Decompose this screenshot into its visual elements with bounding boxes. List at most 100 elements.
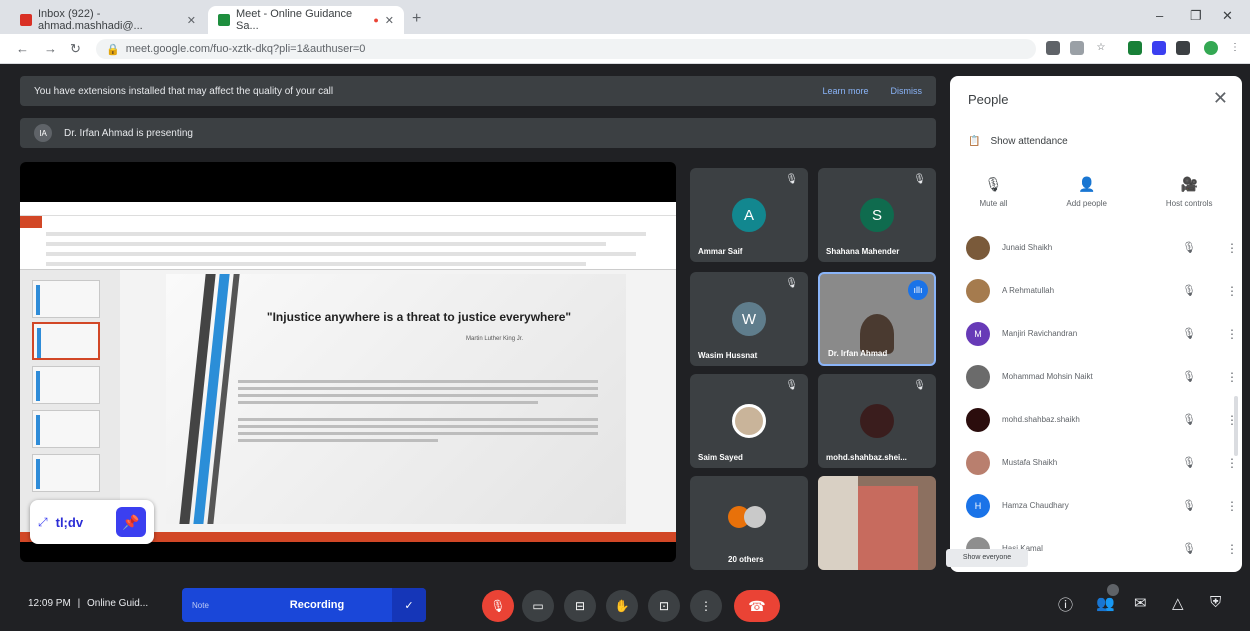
host-controls-button[interactable]: 🎥 Host controls (1166, 176, 1213, 208)
mic-toggle-button[interactable]: 🎙 (482, 590, 514, 622)
camera-ext-icon[interactable] (1046, 41, 1060, 55)
activities-icon[interactable]: △ (1172, 594, 1184, 612)
add-people-button[interactable]: 👤 Add people (1066, 176, 1106, 208)
tab-meet[interactable]: Meet - Online Guidance Sa... ● ✕ (208, 6, 404, 34)
show-attendance-button[interactable]: 📋 Show attendance (968, 136, 1068, 147)
participant-tile[interactable]: 🎙 W Wasim Hussnat (690, 272, 808, 366)
person-name: mohd.shahbaz.shaikh (1002, 415, 1080, 424)
mute-all-button[interactable]: 🎙 Mute all (979, 176, 1007, 208)
mic-off-icon[interactable]: 🎙 (1182, 241, 1196, 254)
participant-name: Wasim Hussnat (698, 351, 758, 360)
slide-text-line (238, 425, 598, 428)
pin-icon[interactable]: 📌 (116, 507, 146, 537)
new-tab-button[interactable]: + (412, 10, 421, 28)
mic-off-icon[interactable]: 🎙 (1182, 327, 1196, 340)
end-call-button[interactable]: ☎ (734, 590, 780, 622)
meeting-name: Online Guid... (86, 598, 149, 609)
more-options-icon[interactable]: ⋮ (1226, 499, 1238, 513)
participant-video (818, 476, 858, 570)
browser-tab-bar: Inbox (922) - ahmad.mashhadi@... ✕ Meet … (0, 0, 1250, 34)
list-item[interactable]: H Hamza Chaudhary 🎙 ⋮ (950, 484, 1242, 527)
participant-tile[interactable]: 🎙 S Shahana Mahender (818, 168, 936, 262)
mic-ext-icon[interactable] (1070, 41, 1084, 55)
host-controls-label: Host controls (1165, 199, 1213, 208)
person-name: A Rehmatullah (1002, 286, 1055, 295)
star-icon[interactable]: ☆ (1094, 41, 1108, 55)
more-options-icon[interactable]: ⋮ (1226, 241, 1238, 255)
mic-off-icon[interactable]: 🎙 (1182, 456, 1196, 469)
more-options-button[interactable]: ⋮ (690, 590, 722, 622)
captions-button[interactable]: ⊟ (564, 590, 596, 622)
participant-tile[interactable]: 🎙 Saim Sayed (690, 374, 808, 468)
ppt-title-bar (20, 202, 676, 216)
list-item[interactable]: Mohammad Mohsin Naikt 🎙 ⋮ (950, 355, 1242, 398)
participant-tile[interactable]: 🎙 A Ammar Saif (690, 168, 808, 262)
host-controls-icon[interactable]: ⛨ (1210, 594, 1221, 611)
avatar (966, 450, 990, 475)
maximize-button[interactable]: ❐ (1190, 8, 1202, 24)
list-item[interactable]: M Manjiri Ravichandran 🎙 ⋮ (950, 312, 1242, 355)
more-options-icon[interactable]: ⋮ (1226, 370, 1238, 384)
tab-gmail[interactable]: Inbox (922) - ahmad.mashhadi@... ✕ (10, 6, 206, 34)
slide-text-line (238, 432, 598, 435)
forward-button[interactable]: → (44, 41, 57, 56)
more-options-icon[interactable]: ⋮ (1226, 284, 1238, 298)
list-item[interactable]: mohd.shahbaz.shaikh 🎙 ⋮ (950, 398, 1242, 441)
ribbon-row (46, 242, 606, 246)
recording-bar[interactable]: Note Recording ✓ (182, 588, 426, 622)
slide-quote: "Injustice anywhere is a threat to justi… (266, 310, 572, 324)
more-options-icon[interactable]: ⋮ (1226, 456, 1238, 470)
puzzle-icon[interactable] (1176, 41, 1190, 55)
mic-off-icon[interactable]: 🎙 (1182, 284, 1196, 297)
participant-tile-speaking[interactable]: ıllı Dr. Irfan Ahmad (818, 272, 936, 366)
expand-icon[interactable]: ⤢ (38, 515, 48, 530)
people-icon[interactable]: 👥 (1096, 594, 1115, 612)
present-button[interactable]: ⊡ (648, 590, 680, 622)
more-options-icon[interactable]: ⋮ (1226, 542, 1238, 556)
mic-off-icon[interactable]: 🎙 (1182, 499, 1196, 512)
chat-icon[interactable]: ✉ (1134, 594, 1147, 612)
check-button[interactable]: ✓ (392, 588, 426, 622)
minimize-button[interactable]: – (1156, 8, 1163, 23)
mic-off-icon[interactable]: 🎙 (1182, 542, 1196, 555)
tldv-widget[interactable]: ⤢ tl;dv 📌 (30, 500, 154, 544)
recording-dot-icon: ● (373, 15, 379, 25)
camera-toggle-button[interactable]: ▭ (522, 590, 554, 622)
close-panel-button[interactable]: ✕ (1213, 88, 1228, 109)
tldv-ext-icon[interactable] (1152, 41, 1166, 55)
reload-button[interactable]: ↻ (70, 41, 81, 57)
people-count-badge (1107, 584, 1119, 596)
ribbon-row (46, 252, 636, 256)
raise-hand-button[interactable]: ✋ (606, 590, 638, 622)
url-text: meet.google.com/fuo-xztk-dkq?pli=1&authu… (125, 43, 366, 55)
person-name: Manjiri Ravichandran (1002, 329, 1078, 338)
close-icon[interactable]: ✕ (187, 14, 196, 27)
participant-tile-video[interactable] (818, 476, 936, 570)
presenting-bar: IA Dr. Irfan Ahmad is presenting (20, 118, 936, 148)
mic-off-icon[interactable]: 🎙 (1182, 370, 1196, 383)
close-icon[interactable]: ✕ (385, 14, 394, 27)
profile-avatar[interactable] (1204, 41, 1218, 55)
participant-tile[interactable]: 🎙 mohd.shahbaz.shei... (818, 374, 936, 468)
back-button[interactable]: ← (16, 41, 29, 56)
mute-all-label: Mute all (979, 199, 1008, 208)
tab-title: Inbox (922) - ahmad.mashhadi@... (38, 8, 143, 32)
mic-off-icon[interactable]: 🎙 (1182, 413, 1196, 426)
more-options-icon[interactable]: ⋮ (1226, 327, 1238, 341)
list-item[interactable]: Mustafa Shaikh 🎙 ⋮ (950, 441, 1242, 484)
extension-icon[interactable] (1128, 41, 1142, 55)
slide-text-line (238, 401, 538, 404)
info-icon[interactable]: ⓘ (1058, 594, 1073, 615)
people-panel: People ✕ 📋 Show attendance 🎙 Mute all 👤 … (950, 76, 1242, 572)
slide-text-line (238, 380, 598, 383)
dismiss-link[interactable]: Dismiss (891, 86, 923, 96)
list-item[interactable]: A Rehmatullah 🎙 ⋮ (950, 269, 1242, 312)
others-tile[interactable]: 20 others (690, 476, 808, 570)
url-input[interactable]: 🔒 meet.google.com/fuo-xztk-dkq?pli=1&aut… (96, 39, 1036, 59)
list-item[interactable]: Junaid Shaikh 🎙 ⋮ (950, 226, 1242, 269)
presentation-stage: "Injustice anywhere is a threat to justi… (20, 162, 676, 562)
menu-icon[interactable]: ⋮ (1228, 41, 1242, 55)
close-window-button[interactable]: ✕ (1222, 8, 1233, 24)
panel-scrollbar[interactable] (1234, 396, 1238, 456)
learn-more-link[interactable]: Learn more (822, 86, 868, 96)
